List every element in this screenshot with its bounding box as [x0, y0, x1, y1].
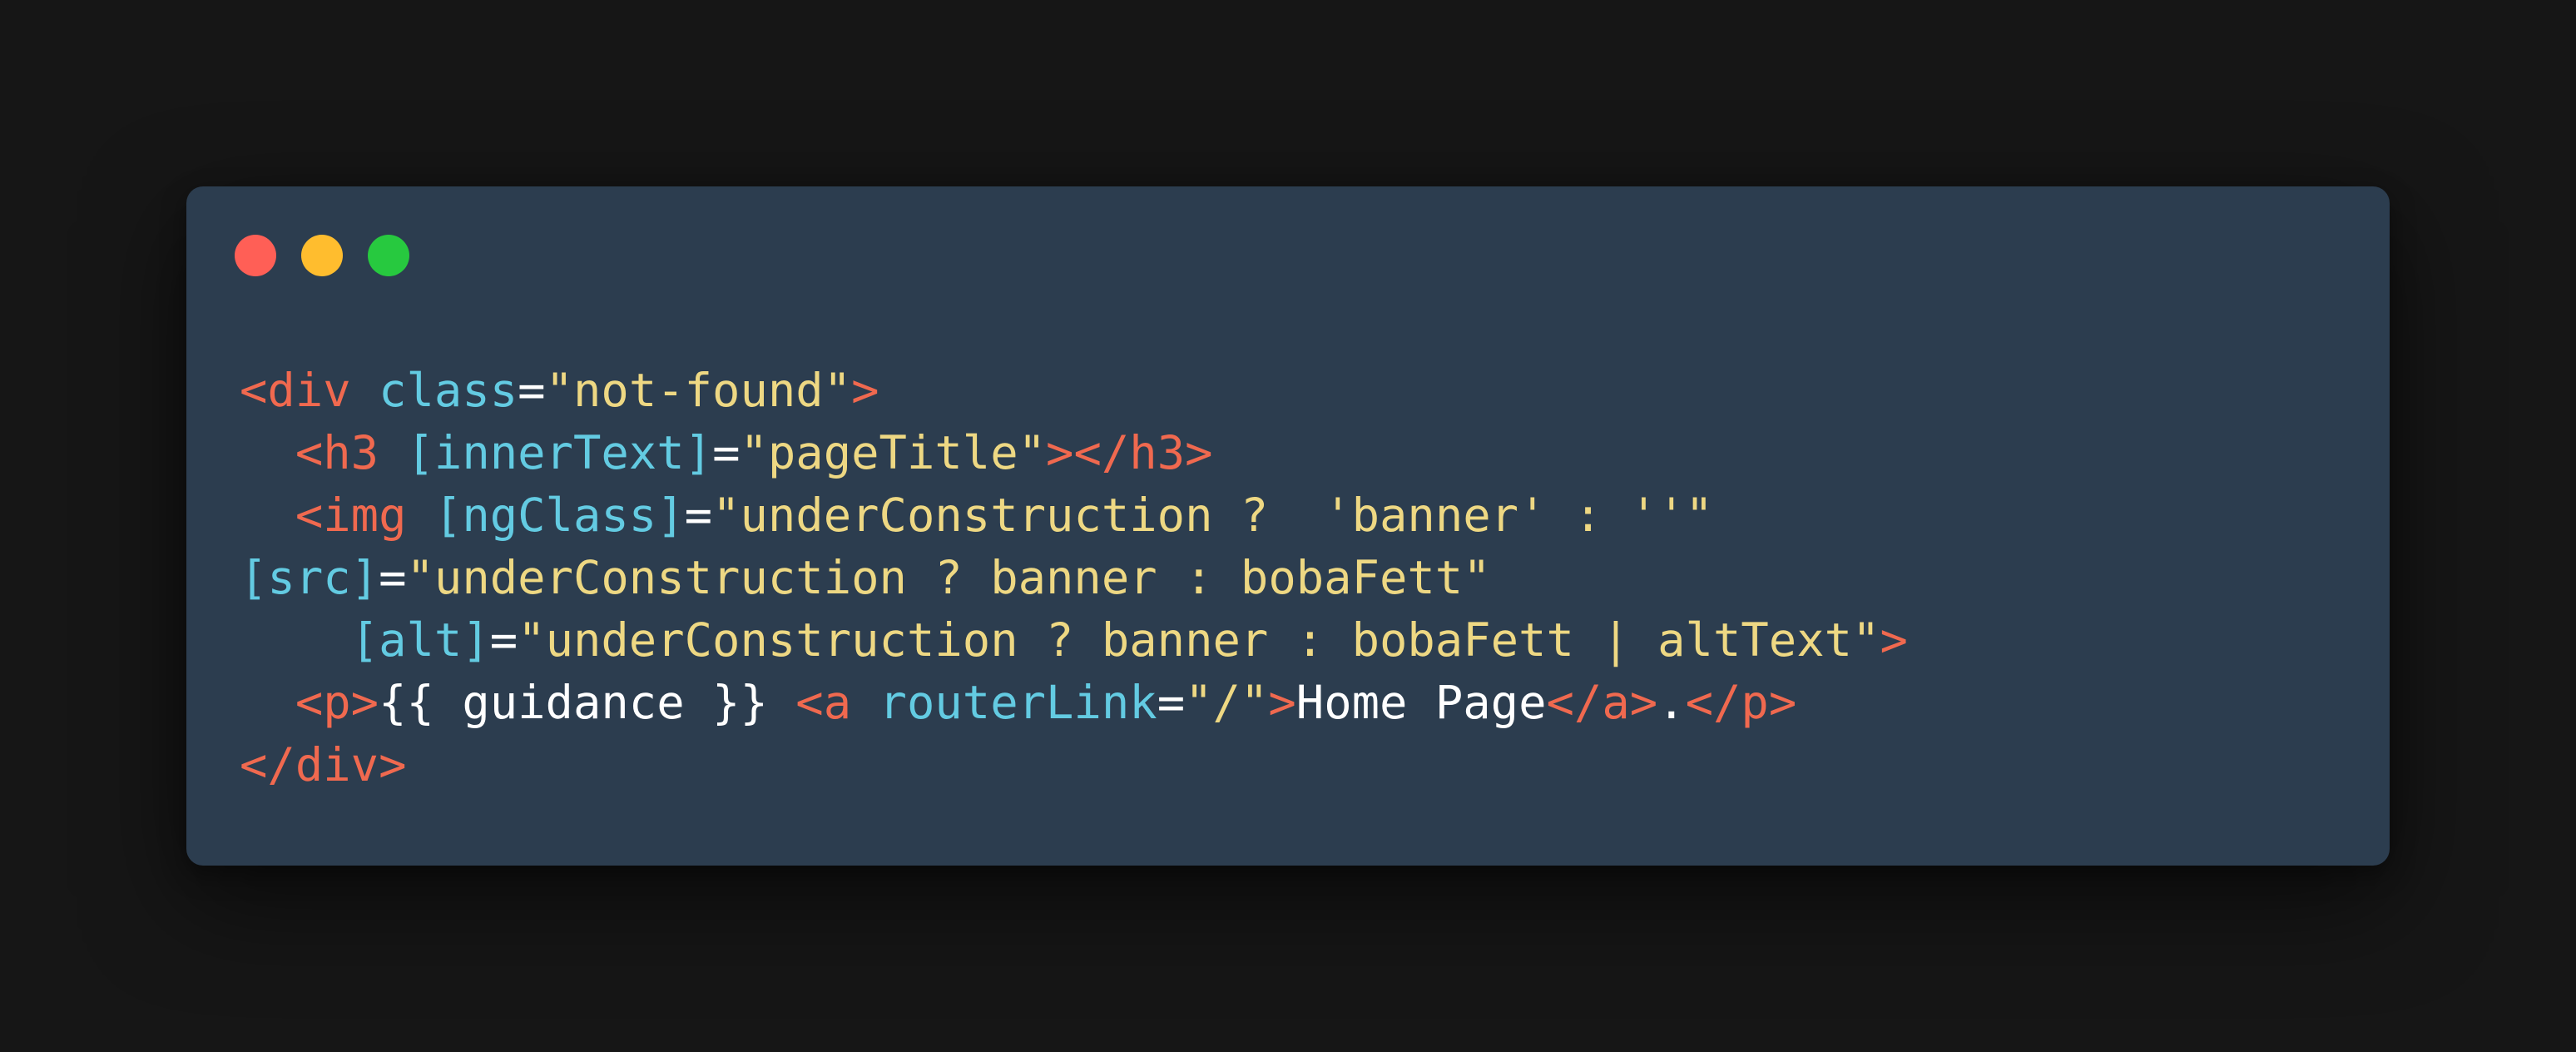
- code-line: </div>: [240, 734, 1908, 796]
- code-token: .: [1657, 676, 1686, 730]
- code-line: <img [ngClass]="underConstruction ? 'ban…: [240, 484, 1908, 547]
- code-token: [alt]: [350, 613, 490, 667]
- code-token: </p>: [1685, 676, 1797, 730]
- code-token: <a: [795, 676, 852, 730]
- code-token: =: [1157, 676, 1186, 730]
- code-token: <img: [295, 489, 407, 543]
- code-token: "underConstruction ? 'banner' : ''": [712, 489, 1713, 543]
- code-token: class: [379, 364, 518, 418]
- code-token: =: [489, 613, 518, 667]
- code-line: [src]="underConstruction ? banner : boba…: [240, 547, 1908, 609]
- code-line: <p>{{ guidance }} <a routerLink="/">Home…: [240, 672, 1908, 734]
- code-line: <h3 [innerText]="pageTitle"></h3>: [240, 422, 1908, 484]
- code-token: "underConstruction ? banner : bobaFett": [406, 551, 1491, 605]
- code-token: [src]: [240, 551, 379, 605]
- code-line: <div class="not-found">: [240, 360, 1908, 422]
- code-token: routerLink: [879, 676, 1157, 730]
- code-token: =: [684, 489, 713, 543]
- code-token: </div>: [240, 738, 407, 792]
- code-token: <p>: [295, 676, 379, 730]
- maximize-window-icon[interactable]: [368, 235, 409, 276]
- code-block: <div class="not-found"> <h3 [innerText]=…: [240, 360, 1908, 796]
- code-token: [innerText]: [406, 426, 713, 480]
- code-token: "not-found": [545, 364, 852, 418]
- code-line: [alt]="underConstruction ? banner : boba…: [240, 609, 1908, 672]
- code-token: >: [1268, 676, 1296, 730]
- code-token: =: [518, 364, 546, 418]
- code-token: <h3: [295, 426, 379, 480]
- code-token: <div: [240, 364, 351, 418]
- code-token: Home Page: [1295, 676, 1547, 730]
- close-window-icon[interactable]: [235, 235, 276, 276]
- code-token: >: [1880, 613, 1908, 667]
- code-token: =: [712, 426, 741, 480]
- code-token: "underConstruction ? banner : bobaFett |…: [518, 613, 1880, 667]
- code-token: >: [851, 364, 879, 418]
- code-token: [ngClass]: [433, 489, 685, 543]
- code-token: </a>: [1546, 676, 1658, 730]
- minimize-window-icon[interactable]: [301, 235, 343, 276]
- code-token: "/": [1185, 676, 1269, 730]
- code-token: {{ guidance }}: [379, 676, 796, 730]
- code-token: "pageTitle": [740, 426, 1047, 480]
- code-token: =: [379, 551, 407, 605]
- code-token: ></h3>: [1046, 426, 1213, 480]
- code-window: <div class="not-found"> <h3 [innerText]=…: [186, 186, 2390, 866]
